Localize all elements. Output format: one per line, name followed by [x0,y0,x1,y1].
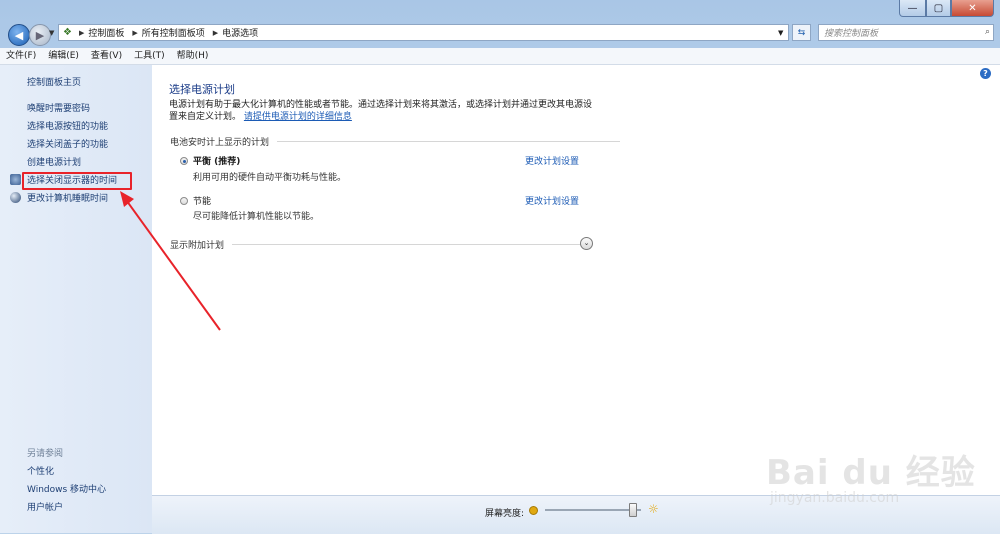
forward-button[interactable]: ▶ [29,24,51,46]
monitor-icon [10,174,21,185]
divider [232,244,583,245]
menu-tools[interactable]: 工具(T) [128,48,171,64]
chevron-right-icon: ▶ [78,28,85,37]
group-header-battery-label: 电池安时计上显示的计划 [170,138,270,148]
plan-balanced-change-link[interactable]: 更改计划设置 [525,154,579,167]
plan-balanced-radio[interactable] [180,157,188,165]
annotation-arrow-shaft [123,196,221,331]
menu-file[interactable]: 文件(F) [0,48,42,64]
annotation-arrow [120,191,221,331]
breadcrumb-power-options[interactable]: 电源选项 [222,26,258,39]
sidebar-item-wake-password[interactable]: 唤醒时需要密码 [27,101,90,114]
sidebar-item-power-button[interactable]: 选择电源按钮的功能 [27,119,108,132]
maximize-button[interactable]: ▢ [926,0,951,17]
sleep-icon [10,192,21,203]
main-content: ? 选择电源计划 电源计划有助于最大化计算机的性能或者节能。通过选择计划来将其激… [152,65,1000,495]
recent-pages-dropdown[interactable]: ▼ [49,29,54,37]
sidebar-item-user-accounts[interactable]: 用户帐户 [27,500,63,513]
sidebar-item-mobility-center[interactable]: Windows 移动中心 [27,482,106,495]
sidebar-item-personalize[interactable]: 个性化 [27,464,54,477]
close-button[interactable]: ✕ [951,0,994,17]
expand-chevron-icon[interactable]: ⌄ [580,237,593,250]
watermark-url: jingyan.baidu.com [770,490,900,506]
sidebar-item-create-plan[interactable]: 创建电源计划 [27,155,81,168]
watermark: Bai du 经验 jingyan.baidu.com [760,445,990,525]
plan-saver-change-link[interactable]: 更改计划设置 [525,194,579,207]
plan-balanced-name[interactable]: 平衡 (推荐) [193,154,240,167]
sidebar-item-sleep[interactable]: 更改计算机睡眠时间 [27,191,108,204]
search-icon[interactable]: ⌕ [985,27,990,37]
description-text: 电源计划有助于最大化计算机的性能或者节能。通过选择计划来将其激活，或选择计划并通… [169,100,593,122]
control-panel-icon: ❖ [63,27,72,38]
divider [277,141,621,142]
arrow-left-icon: ◀ [14,28,24,42]
brightness-slider[interactable] [545,503,641,517]
breadcrumb-all-items[interactable]: 所有控制面板项 [142,26,205,39]
brightness-bright-icon: ☼ [648,502,659,516]
sidebar-item-lid[interactable]: 选择关闭盖子的功能 [27,137,108,150]
annotation-arrow-head [120,191,134,207]
chevron-right-icon: ▶ [212,28,219,37]
brightness-slider-thumb[interactable] [628,503,637,517]
see-also-heading: 另请参阅 [27,449,64,459]
breadcrumb-control-panel[interactable]: 控制面板 [88,26,124,39]
menu-view[interactable]: 查看(V) [85,48,128,64]
arrow-right-icon: ▶ [35,28,45,42]
menu-help[interactable]: 帮助(H) [171,48,215,64]
search-input[interactable]: 搜索控制面板 [818,24,994,41]
help-icon[interactable]: ? [980,68,991,79]
page-title: 选择电源计划 [169,83,235,96]
minimize-button[interactable]: — [899,0,926,17]
group-header-more-plans[interactable]: 显示附加计划 [170,238,583,251]
chevron-right-icon: ▶ [132,28,138,37]
back-button[interactable]: ◀ [8,24,30,46]
group-header-battery: 电池安时计上显示的计划 [170,135,621,148]
address-bar[interactable]: ❖ ▶ 控制面板 ▶ 所有控制面板项 ▶ 电源选项 [58,24,789,41]
caption-buttons: — ▢ ✕ [899,0,994,17]
watermark-logo-text: Bai du 经验 [766,453,976,493]
menu-edit[interactable]: 编辑(E) [42,48,85,64]
refresh-button[interactable]: ⇆ [792,24,811,41]
address-dropdown[interactable]: ▼ [778,29,783,37]
plan-balanced-desc: 利用可用的硬件自动平衡功耗与性能。 [193,173,347,183]
sidebar-home-link[interactable]: 控制面板主页 [27,75,81,88]
brightness-dim-icon [529,506,538,515]
menu-bar: 文件(F) 编辑(E) 查看(V) 工具(T) 帮助(H) [0,48,1000,65]
page-description: 电源计划有助于最大化计算机的性能或者节能。通过选择计划来将其激活，或选择计划并通… [169,99,599,123]
brightness-label: 屏幕亮度: [485,509,525,519]
refresh-icon: ⇆ [797,27,806,38]
plan-details-link[interactable]: 请提供电源计划的详细信息 [244,112,352,122]
